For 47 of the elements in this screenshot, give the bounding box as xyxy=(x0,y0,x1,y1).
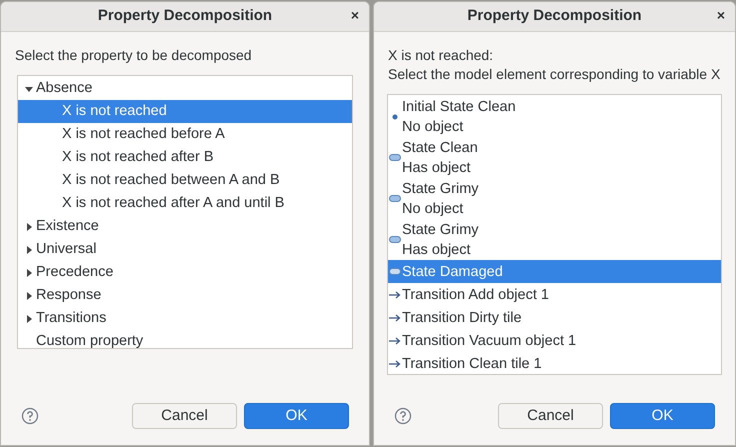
arrow-icon xyxy=(389,360,401,368)
list-item[interactable]: State Grimy Has object xyxy=(402,219,479,260)
prompt-text: X is not reached: xyxy=(388,46,494,65)
tree-item[interactable]: Transitions xyxy=(36,308,106,330)
expand-arrow-icon[interactable] xyxy=(25,292,33,300)
tree-item[interactable]: Response xyxy=(36,284,102,306)
tree-item[interactable]: X is not reached between A and B xyxy=(62,170,280,192)
list-item[interactable]: Transition Vacuum object 1 xyxy=(402,329,576,352)
help-icon[interactable] xyxy=(21,407,39,425)
close-button[interactable]: × xyxy=(716,8,725,22)
state-pill-icon xyxy=(389,236,401,243)
ok-button[interactable]: OK xyxy=(244,403,349,429)
cancel-button[interactable]: Cancel xyxy=(498,403,603,429)
tree-item[interactable]: Existence xyxy=(36,216,99,238)
list-item[interactable]: Transition Dirty tile xyxy=(402,306,522,329)
arrow-icon xyxy=(389,290,401,298)
arrow-icon xyxy=(389,336,401,344)
state-pill-icon xyxy=(389,268,401,275)
tree-item[interactable]: Absence xyxy=(36,78,92,100)
list-item[interactable]: Initial State Clean No object xyxy=(402,96,516,137)
state-pill-icon xyxy=(389,195,401,202)
arrow-icon xyxy=(389,314,401,322)
list-item[interactable]: State Grimy No object xyxy=(402,178,479,219)
window-title: Property Decomposition xyxy=(98,6,272,26)
help-icon[interactable] xyxy=(394,407,412,425)
expand-arrow-icon[interactable] xyxy=(25,246,33,254)
tree-item[interactable]: X is not reached after A and until B xyxy=(62,192,284,214)
collapse-arrow-icon[interactable] xyxy=(25,84,33,92)
tree-item[interactable]: X is not reached after B xyxy=(62,146,214,168)
state-pill-icon xyxy=(389,154,401,161)
expand-arrow-icon[interactable] xyxy=(25,222,33,230)
close-button[interactable]: × xyxy=(350,8,359,22)
prompt-text: Select the model element corresponding to variable X xyxy=(388,65,722,84)
expand-arrow-icon[interactable] xyxy=(25,268,33,276)
list-item[interactable]: Transition Add object 1 xyxy=(402,283,549,306)
ok-button[interactable]: OK xyxy=(610,403,715,429)
tree-item[interactable]: Precedence xyxy=(36,262,114,284)
expand-arrow-icon[interactable] xyxy=(25,314,33,322)
tree-item[interactable]: Custom property xyxy=(36,330,144,352)
tree-item[interactable]: Universal xyxy=(36,238,96,260)
tree-item[interactable]: X is not reached before A xyxy=(62,124,225,146)
list-item[interactable]: State Clean Has object xyxy=(402,137,478,178)
dot-icon xyxy=(392,114,398,120)
cancel-button[interactable]: Cancel xyxy=(132,403,237,429)
prompt-text: Select the property to be decomposed xyxy=(15,46,253,65)
list-item[interactable]: Transition Clean tile 1 xyxy=(402,352,542,375)
window-title: Property Decomposition xyxy=(467,6,642,26)
